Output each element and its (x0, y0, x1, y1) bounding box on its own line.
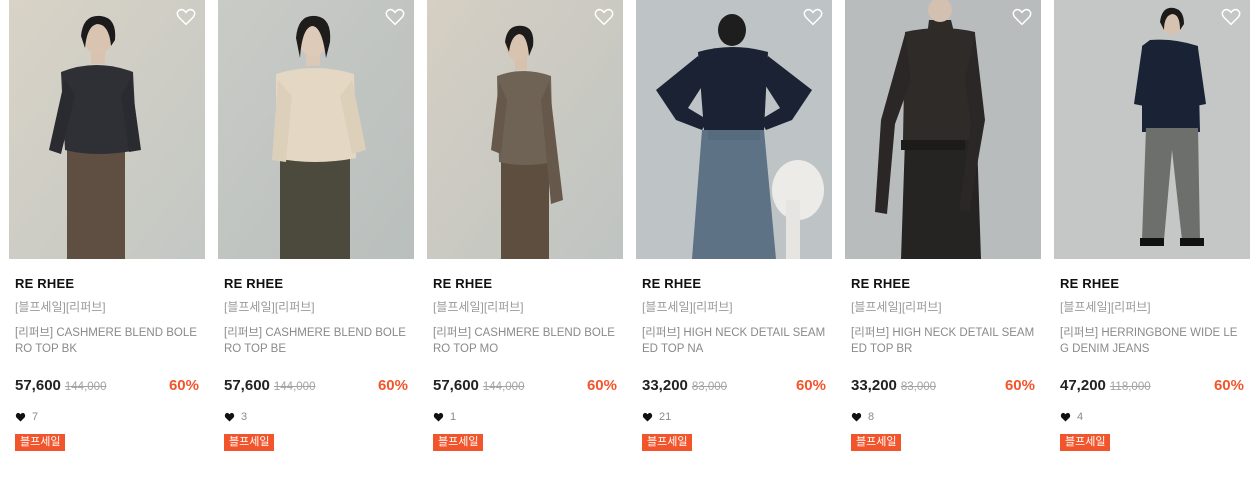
wishlist-heart-icon[interactable] (384, 6, 406, 28)
product-name[interactable]: [리퍼브] HIGH NECK DETAIL SEAMED TOP NA (642, 325, 826, 357)
product-tag: [블프세일][리퍼브] (15, 300, 106, 314)
heart-filled-icon (851, 412, 862, 422)
wishlist-heart-icon[interactable] (593, 6, 615, 28)
heart-filled-icon (1060, 412, 1071, 422)
product-grid: RE RHEE [블프세일][리퍼브] [리퍼브] CASHMERE BLEND… (0, 0, 1253, 497)
sale-price: 47,200 (1060, 377, 1106, 394)
discount-rate: 60% (168, 377, 199, 394)
discount-rate: 60% (586, 377, 617, 394)
wishlist-heart-icon[interactable] (175, 6, 197, 28)
original-price: 144,000 (273, 381, 316, 393)
like-count-row: 8 (851, 410, 1035, 424)
price-row: 57,600 144,000 60% (15, 377, 199, 395)
product-image[interactable] (1054, 0, 1250, 259)
price-row: 47,200 118,000 60% (1060, 377, 1244, 395)
price-row: 33,200 83,000 60% (642, 377, 826, 395)
sale-badge: 블프세일 (15, 434, 66, 451)
price-row: 57,600 144,000 60% (224, 377, 408, 395)
sale-price: 33,200 (851, 377, 897, 394)
like-count: 8 (868, 411, 875, 423)
brand-name[interactable]: RE RHEE (433, 276, 617, 291)
like-count-row: 1 (433, 410, 617, 424)
original-price: 144,000 (482, 381, 525, 393)
sale-badge: 블프세일 (224, 434, 275, 451)
discount-rate: 60% (1213, 377, 1244, 394)
product-image[interactable] (636, 0, 832, 259)
product-tag: [블프세일][리퍼브] (224, 300, 315, 314)
product-card[interactable]: RE RHEE [블프세일][리퍼브] [리퍼브] HIGH NECK DETA… (636, 0, 832, 497)
product-card[interactable]: RE RHEE [블프세일][리퍼브] [리퍼브] HERRINGBONE WI… (1054, 0, 1250, 497)
product-card[interactable]: RE RHEE [블프세일][리퍼브] [리퍼브] CASHMERE BLEND… (218, 0, 414, 497)
product-name[interactable]: [리퍼브] CASHMERE BLEND BOLERO TOP BK (15, 325, 199, 357)
original-price: 144,000 (64, 381, 107, 393)
wishlist-heart-icon[interactable] (1011, 6, 1033, 28)
product-card[interactable]: RE RHEE [블프세일][리퍼브] [리퍼브] HIGH NECK DETA… (845, 0, 1041, 497)
product-image[interactable] (427, 0, 623, 259)
product-image[interactable] (218, 0, 414, 259)
product-image[interactable] (9, 0, 205, 259)
wishlist-heart-icon[interactable] (802, 6, 824, 28)
product-card[interactable]: RE RHEE [블프세일][리퍼브] [리퍼브] CASHMERE BLEND… (427, 0, 623, 497)
product-tag: [블프세일][리퍼브] (433, 300, 524, 314)
sale-price: 57,600 (15, 377, 61, 394)
original-price: 83,000 (691, 381, 728, 393)
discount-rate: 60% (377, 377, 408, 394)
product-name[interactable]: [리퍼브] HIGH NECK DETAIL SEAMED TOP BR (851, 325, 1035, 357)
discount-rate: 60% (1004, 377, 1035, 394)
sale-price: 57,600 (224, 377, 270, 394)
brand-name[interactable]: RE RHEE (15, 276, 199, 291)
heart-filled-icon (642, 412, 653, 422)
discount-rate: 60% (795, 377, 826, 394)
brand-name[interactable]: RE RHEE (224, 276, 408, 291)
product-image[interactable] (845, 0, 1041, 259)
sale-badge: 블프세일 (433, 434, 484, 451)
product-name[interactable]: [리퍼브] CASHMERE BLEND BOLERO TOP MO (433, 325, 617, 357)
sale-price: 33,200 (642, 377, 688, 394)
sale-badge: 블프세일 (851, 434, 902, 451)
product-tag: [블프세일][리퍼브] (851, 300, 942, 314)
like-count: 7 (32, 411, 39, 423)
wishlist-heart-icon[interactable] (1220, 6, 1242, 28)
heart-filled-icon (224, 412, 235, 422)
price-row: 57,600 144,000 60% (433, 377, 617, 395)
sale-price: 57,600 (433, 377, 479, 394)
sale-badge: 블프세일 (642, 434, 693, 451)
brand-name[interactable]: RE RHEE (851, 276, 1035, 291)
original-price: 118,000 (1109, 381, 1151, 393)
price-row: 33,200 83,000 60% (851, 377, 1035, 395)
like-count: 4 (1077, 411, 1084, 423)
brand-name[interactable]: RE RHEE (1060, 276, 1244, 291)
like-count: 3 (241, 411, 248, 423)
like-count-row: 7 (15, 410, 199, 424)
product-tag: [블프세일][리퍼브] (642, 300, 733, 314)
heart-filled-icon (433, 412, 444, 422)
like-count-row: 21 (642, 410, 826, 424)
like-count: 1 (450, 411, 457, 423)
product-tag: [블프세일][리퍼브] (1060, 300, 1151, 314)
original-price: 83,000 (900, 381, 937, 393)
product-name[interactable]: [리퍼브] CASHMERE BLEND BOLERO TOP BE (224, 325, 408, 357)
like-count-row: 3 (224, 410, 408, 424)
heart-filled-icon (15, 412, 26, 422)
brand-name[interactable]: RE RHEE (642, 276, 826, 291)
sale-badge: 블프세일 (1060, 434, 1111, 451)
product-name[interactable]: [리퍼브] HERRINGBONE WIDE LEG DENIM JEANS (1060, 325, 1244, 357)
like-count-row: 4 (1060, 410, 1244, 424)
product-card[interactable]: RE RHEE [블프세일][리퍼브] [리퍼브] CASHMERE BLEND… (9, 0, 205, 497)
like-count: 21 (659, 411, 672, 423)
